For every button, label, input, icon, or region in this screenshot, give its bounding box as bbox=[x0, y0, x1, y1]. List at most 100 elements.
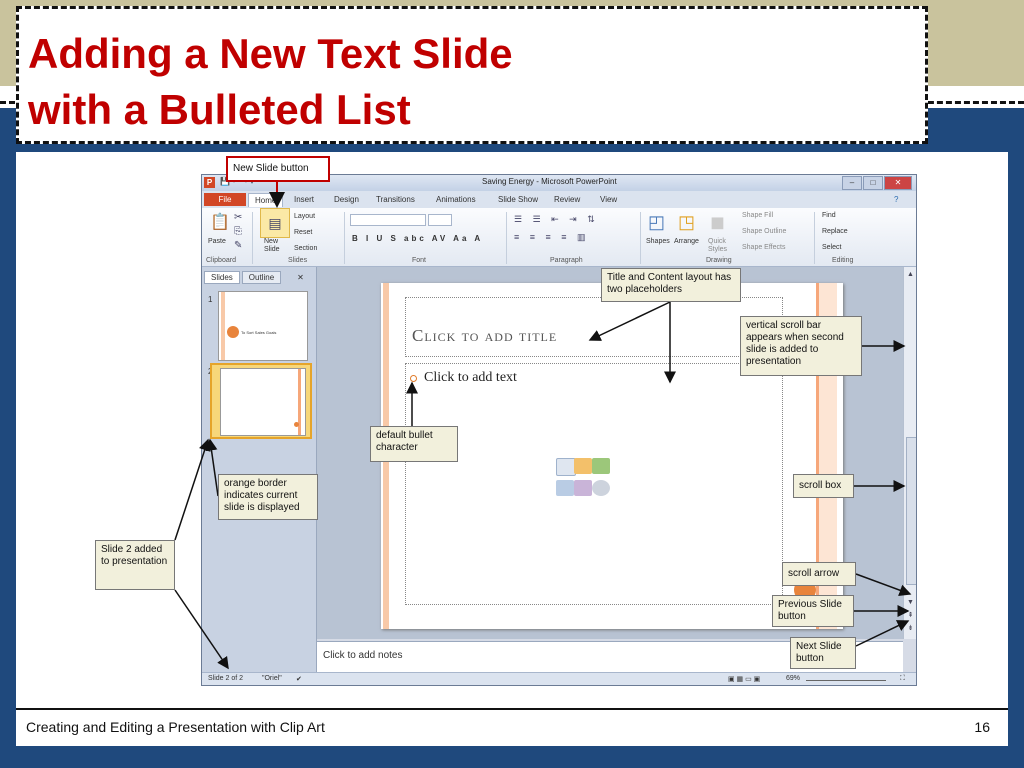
spellcheck-icon[interactable]: ✔ bbox=[296, 675, 302, 683]
quick-styles-button[interactable]: Quick Styles bbox=[708, 238, 734, 254]
thumb-number: 1 bbox=[208, 295, 213, 304]
section-button[interactable]: Section bbox=[294, 245, 317, 252]
paste-button[interactable]: Paste bbox=[208, 238, 226, 245]
window-title: Saving Energy - Microsoft PowerPoint bbox=[482, 177, 617, 186]
insert-table-icon[interactable] bbox=[556, 458, 576, 476]
group-paragraph: Paragraph bbox=[550, 257, 583, 264]
insert-clip-art-icon[interactable] bbox=[574, 480, 592, 496]
callout-bullet: default bullet character bbox=[370, 426, 458, 462]
cut-icon[interactable]: ✂ bbox=[234, 212, 242, 223]
slides-pane: SlidesOutline✕ 1 To Sort Sales Goals 2 bbox=[202, 267, 317, 673]
callout-new-slide-button: New Slide button bbox=[226, 156, 330, 182]
new-slide-icon[interactable]: ▤ bbox=[260, 208, 290, 238]
slide-title: Adding a New Text Slide with a Bulleted … bbox=[28, 26, 513, 138]
tab-slide-show[interactable]: Slide Show bbox=[492, 193, 544, 206]
content-placeholder-text: Click to add text bbox=[424, 370, 517, 385]
new-slide-button[interactable]: New Slide bbox=[264, 238, 294, 254]
copy-icon[interactable]: ⎘ bbox=[234, 226, 242, 237]
scroll-down-arrow[interactable]: ▼ bbox=[905, 597, 916, 608]
tab-slides[interactable]: Slides bbox=[204, 271, 240, 284]
group-drawing: Drawing bbox=[706, 257, 732, 264]
title-placeholder-text: Click to add title bbox=[412, 326, 558, 345]
help-icon[interactable]: ? bbox=[888, 193, 904, 206]
shapes-icon[interactable]: ◰ bbox=[648, 212, 665, 233]
vertical-scrollbar[interactable]: ▲ ▼ ⇞ ⇟ bbox=[903, 267, 916, 639]
window-controls: – □ ✕ bbox=[842, 176, 912, 190]
close-pane-icon[interactable]: ✕ bbox=[297, 273, 304, 282]
maximize-button[interactable]: □ bbox=[863, 176, 883, 190]
slide-title-line2: with a Bulleted List bbox=[28, 86, 411, 133]
reset-button[interactable]: Reset bbox=[294, 229, 312, 236]
slide-thumbnail-1[interactable]: To Sort Sales Goals bbox=[218, 291, 308, 361]
tab-insert[interactable]: Insert bbox=[288, 193, 320, 206]
tab-outline[interactable]: Outline bbox=[241, 271, 282, 284]
thumb1-title: To Sort Sales Goals bbox=[241, 330, 277, 335]
font-size-box[interactable] bbox=[428, 214, 452, 226]
insert-media-icon[interactable] bbox=[592, 480, 610, 496]
next-slide-button[interactable]: ⇟ bbox=[905, 623, 916, 634]
theme-name[interactable]: "Oriel" bbox=[262, 675, 282, 682]
slide-title-line1: Adding a New Text Slide bbox=[28, 30, 513, 77]
select-button[interactable]: Select bbox=[822, 244, 841, 251]
group-editing: Editing bbox=[832, 257, 854, 264]
insert-picture-icon[interactable] bbox=[556, 480, 574, 496]
tab-file[interactable]: File bbox=[204, 193, 246, 206]
callout-layout: Title and Content layout has two placeho… bbox=[601, 268, 741, 302]
callout-vertical-scrollbar: vertical scroll bar appears when second … bbox=[740, 316, 862, 376]
scroll-box[interactable] bbox=[906, 437, 916, 585]
notes-placeholder: Click to add notes bbox=[323, 650, 403, 661]
minimize-button[interactable]: – bbox=[842, 176, 862, 190]
zoom-level[interactable]: 69% bbox=[786, 675, 800, 682]
scroll-up-arrow[interactable]: ▲ bbox=[905, 269, 916, 280]
arrange-button[interactable]: Arrange bbox=[674, 238, 699, 245]
arrange-icon[interactable]: ◳ bbox=[678, 212, 695, 233]
callout-scroll-arrow: scroll arrow bbox=[782, 562, 856, 586]
powerpoint-icon[interactable]: P bbox=[204, 177, 215, 188]
tab-design[interactable]: Design bbox=[328, 193, 365, 206]
slide-thumbnail-2-selected[interactable] bbox=[210, 363, 312, 439]
tab-review[interactable]: Review bbox=[548, 193, 586, 206]
insert-content-icons bbox=[556, 458, 610, 506]
font-formatting-buttons[interactable]: B I U S abc AV Aa A bbox=[352, 234, 483, 243]
zoom-slider[interactable] bbox=[806, 675, 886, 681]
previous-slide-button[interactable]: ⇞ bbox=[905, 610, 916, 621]
ribbon-separator bbox=[252, 212, 253, 264]
insert-chart-icon[interactable] bbox=[574, 458, 592, 474]
shape-outline-button[interactable]: Shape Outline bbox=[742, 228, 786, 235]
fit-slide-icon[interactable]: ⛶ bbox=[900, 675, 905, 683]
shape-fill-button[interactable]: Shape Fill bbox=[742, 212, 773, 219]
find-button[interactable]: Find bbox=[822, 212, 836, 219]
group-slides: Slides bbox=[288, 257, 308, 264]
format-painter-icon[interactable]: ✎ bbox=[234, 240, 242, 251]
content-placeholder[interactable]: Click to add text bbox=[405, 363, 783, 605]
group-clipboard: Clipboard bbox=[206, 257, 236, 264]
font-name-box[interactable] bbox=[350, 214, 426, 226]
tab-home[interactable]: Home bbox=[248, 193, 284, 207]
status-bar: Slide 2 of 2 "Oriel" ✔ ▣ ▦ ▭ ▣ 69% ⛶ bbox=[202, 672, 916, 685]
tab-transitions[interactable]: Transitions bbox=[370, 193, 421, 206]
shapes-button[interactable]: Shapes bbox=[646, 238, 670, 245]
title-placeholder[interactable]: Click to add title bbox=[405, 297, 783, 357]
replace-button[interactable]: Replace bbox=[822, 228, 848, 235]
ribbon: 📋 Paste ✂ ⎘ ✎ Clipboard ▤ New Slide Layo… bbox=[202, 208, 916, 267]
close-button[interactable]: ✕ bbox=[884, 176, 912, 190]
view-buttons[interactable]: ▣ ▦ ▭ ▣ bbox=[728, 675, 760, 683]
layout-button[interactable]: Layout bbox=[294, 213, 315, 220]
paste-icon[interactable]: 📋 bbox=[210, 212, 230, 232]
slide-footer: Creating and Editing a Presentation with… bbox=[16, 708, 1008, 746]
ribbon-tabs: File Home Insert Design Transitions Anim… bbox=[202, 191, 916, 208]
callout-previous-slide: Previous Slide button bbox=[772, 595, 854, 627]
ribbon-separator bbox=[344, 212, 345, 264]
callout-scroll-box: scroll box bbox=[793, 474, 854, 498]
tab-animations[interactable]: Animations bbox=[430, 193, 482, 206]
ribbon-separator bbox=[640, 212, 641, 264]
slide-thumbnail-2[interactable] bbox=[220, 368, 306, 436]
bullets-icon[interactable]: ☰ ☰ ⇤ ⇥ ⇅ bbox=[514, 214, 599, 225]
align-icons[interactable]: ≡ ≡ ≡ ≡ ▥ bbox=[514, 232, 590, 243]
tab-view[interactable]: View bbox=[594, 193, 623, 206]
shape-effects-button[interactable]: Shape Effects bbox=[742, 244, 785, 251]
quick-styles-icon[interactable]: ◼ bbox=[710, 212, 725, 233]
insert-smartart-icon[interactable] bbox=[592, 458, 610, 474]
group-font: Font bbox=[412, 257, 427, 264]
slides-pane-tabs: Slides Outline ✕ bbox=[204, 271, 304, 284]
